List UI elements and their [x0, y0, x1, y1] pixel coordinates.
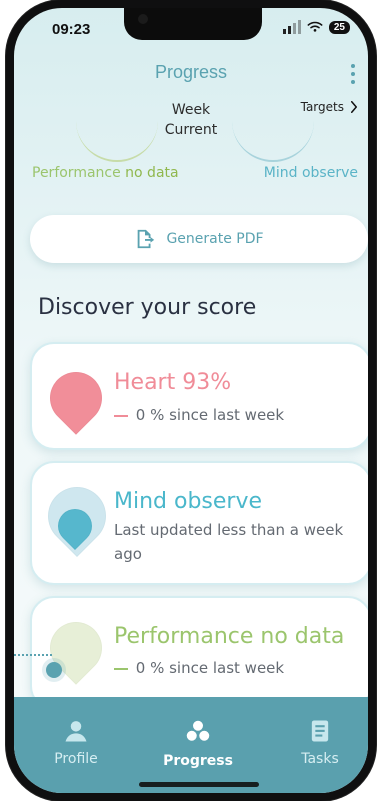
- generate-pdf-label: Generate PDF: [166, 231, 264, 247]
- profile-icon: [65, 721, 87, 742]
- heart-card-title: Heart 93%: [114, 370, 232, 395]
- dash-icon: [114, 414, 128, 417]
- bottom-tab-bar: Profile Progress Tasks: [14, 697, 368, 793]
- chevron-right-icon: [351, 101, 357, 113]
- more-options-icon[interactable]: [350, 64, 356, 84]
- heart-card-change: 0 % since last week: [114, 406, 284, 424]
- phone-frame: 09:23 25 Progress Week Current Targets P…: [6, 0, 376, 801]
- performance-card-title: Performance no data: [114, 624, 345, 649]
- targets-link[interactable]: Targets: [301, 100, 358, 114]
- wifi-icon: [307, 21, 323, 32]
- app-screen: 09:23 25 Progress Week Current Targets P…: [14, 8, 368, 793]
- tab-progress[interactable]: Progress: [148, 717, 248, 769]
- performance-legend-prefix: Performance: [32, 165, 121, 181]
- status-bar: 09:23 25: [14, 8, 368, 48]
- mind-legend-prefix: Mind: [263, 165, 298, 181]
- performance-card-change: 0 % since last week: [114, 659, 284, 677]
- mind-legend-state: observe: [301, 165, 358, 181]
- performance-gauge-arc: [76, 114, 158, 162]
- home-indicator: [139, 782, 259, 787]
- current-label: Current: [164, 122, 218, 138]
- performance-legend-state: no data: [125, 165, 179, 181]
- mind-card-line1: Last updated less than a week: [114, 521, 344, 539]
- tab-profile[interactable]: Profile: [26, 717, 126, 767]
- tap-guide-line: [14, 654, 52, 658]
- mind-gauge-arc: [232, 114, 314, 162]
- progress-icon: [186, 720, 210, 741]
- discover-score-title: Discover your score: [38, 295, 257, 320]
- top-bar: Progress: [14, 62, 368, 94]
- performance-score-card[interactable]: Performance no data 0 % since last week: [30, 596, 368, 710]
- mind-card-line2: ago: [114, 545, 142, 563]
- tasks-icon: [311, 720, 329, 742]
- notch: [124, 8, 262, 40]
- tab-progress-label: Progress: [163, 753, 233, 769]
- mind-legend: Mind observe: [264, 165, 358, 181]
- tab-profile-label: Profile: [54, 751, 98, 767]
- tab-tasks[interactable]: Tasks: [270, 717, 368, 767]
- targets-label: Targets: [300, 100, 344, 114]
- dash-icon: [114, 667, 128, 670]
- page-title: Progress: [154, 62, 228, 82]
- generate-pdf-button[interactable]: Generate PDF: [30, 215, 368, 263]
- front-camera-icon: [138, 14, 148, 24]
- tap-target-marker: [46, 662, 62, 678]
- performance-change-text: 0 % since last week: [135, 659, 285, 677]
- heart-change-text: 0 % since last week: [135, 406, 285, 424]
- status-time: 09:23: [52, 21, 91, 38]
- performance-legend: Performance no data: [32, 165, 179, 181]
- mind-score-card[interactable]: Mind observe Last updated less than a we…: [30, 461, 368, 585]
- pdf-export-icon: [138, 229, 155, 249]
- mind-card-title: Mind observe: [114, 489, 263, 514]
- heart-pin-icon: [39, 361, 113, 435]
- status-icons: 25: [282, 20, 350, 34]
- heart-score-card[interactable]: Heart 93% 0 % since last week: [30, 342, 368, 450]
- battery-indicator: 25: [328, 20, 350, 34]
- signal-icon: [282, 20, 301, 34]
- tab-tasks-label: Tasks: [301, 751, 339, 767]
